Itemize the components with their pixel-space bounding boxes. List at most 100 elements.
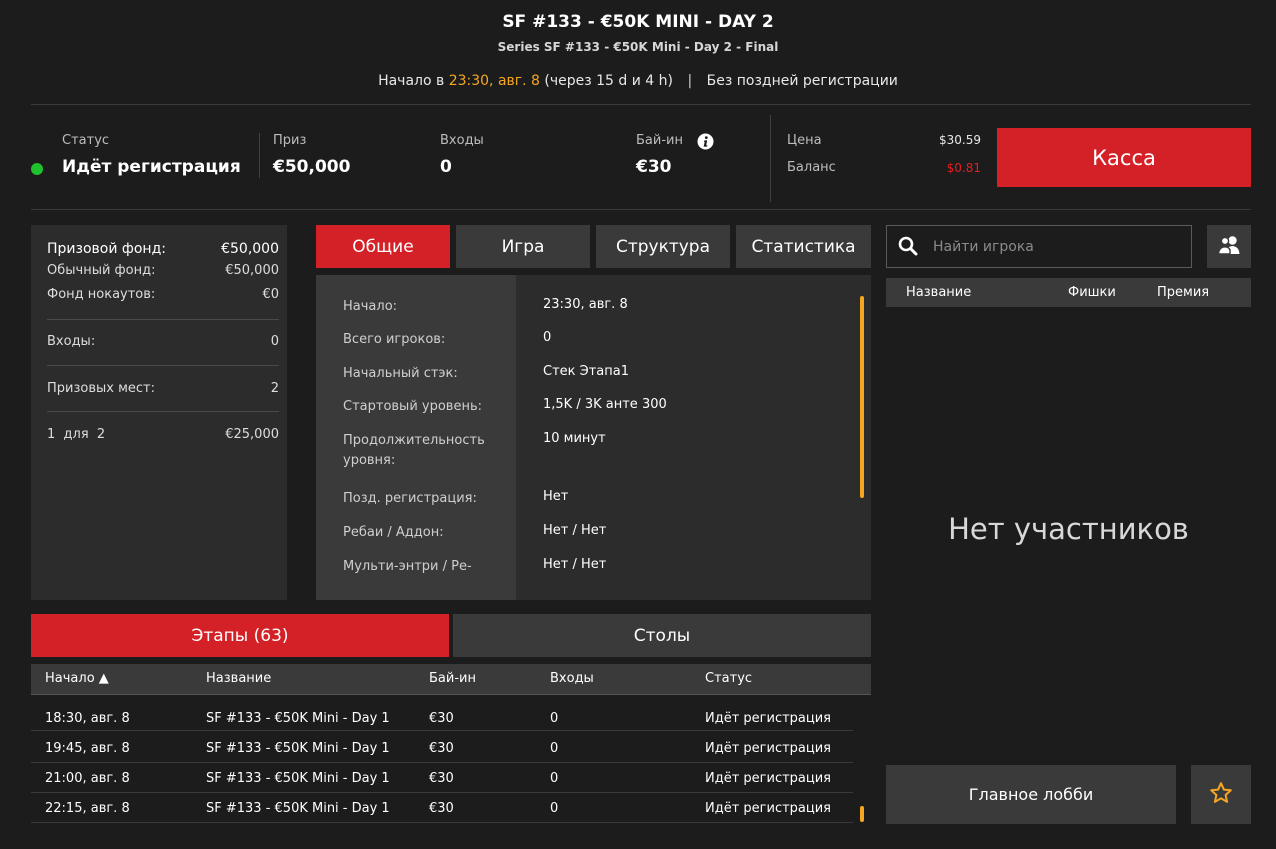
buyin-label: Бай-ин xyxy=(636,133,683,148)
row-entries: 0 xyxy=(550,741,559,756)
row-status: Идёт регистрация xyxy=(705,771,832,786)
prize-divider xyxy=(47,319,279,320)
stat-divider xyxy=(770,115,771,202)
info-value: 23:30, авг. 8 xyxy=(543,297,628,312)
row-name: SF #133 - €50K Mini - Day 1 xyxy=(206,771,390,786)
main-lobby-button[interactable]: Главное лобби xyxy=(886,765,1176,824)
prize-pool-value: €50,000 xyxy=(221,241,279,257)
stats-divider xyxy=(31,209,1251,210)
player-search-input[interactable] xyxy=(933,236,1183,258)
tab-general[interactable]: Общие xyxy=(316,225,450,268)
status-value: Идёт регистрация xyxy=(62,157,241,177)
row-entries: 0 xyxy=(550,801,559,816)
price-label: Цена xyxy=(787,133,822,148)
payout-place: 1 для 2 xyxy=(47,427,106,442)
search-icon xyxy=(898,236,918,260)
entries-row: Входы: 0 xyxy=(47,334,279,349)
no-players-message: Нет участников xyxy=(948,512,1189,546)
col-player-prize[interactable]: Премия xyxy=(1157,285,1209,300)
players-button[interactable] xyxy=(1207,225,1251,268)
info-key: Мульти-энтри / Ре- xyxy=(343,559,472,574)
info-value: 10 минут xyxy=(543,431,606,446)
col-player-name[interactable]: Название xyxy=(906,285,971,300)
tournament-subtitle: Series SF #133 - €50K Mini - Day 2 - Fin… xyxy=(497,40,779,54)
info-key: Стартовый уровень: xyxy=(343,399,483,414)
row-status: Идёт регистрация xyxy=(705,801,832,816)
col-entries[interactable]: Входы xyxy=(550,671,594,686)
favorite-button[interactable] xyxy=(1191,765,1251,824)
row-name: SF #133 - €50K Mini - Day 1 xyxy=(206,711,390,726)
tournament-title: SF #133 - €50K MINI - DAY 2 xyxy=(502,12,774,32)
tab-game[interactable]: Игра xyxy=(456,225,590,268)
row-status: Идёт регистрация xyxy=(705,741,832,756)
status-dot-icon xyxy=(31,163,43,175)
col-buyin[interactable]: Бай-ин xyxy=(429,671,476,686)
info-key: Продолжительность уровня: xyxy=(343,433,485,468)
prize-label: Приз xyxy=(273,133,307,148)
entries-label: Входы xyxy=(440,133,484,148)
balance-label: Баланс xyxy=(787,160,836,175)
paid-places-label: Призовых мест: xyxy=(47,381,155,396)
cashier-button[interactable]: Касса xyxy=(997,128,1251,187)
row-entries: 0 xyxy=(550,711,559,726)
tab-tables[interactable]: Столы xyxy=(453,614,871,657)
info-icon[interactable] xyxy=(697,133,714,150)
status-label: Статус xyxy=(62,133,110,148)
col-name[interactable]: Название xyxy=(206,671,271,686)
row-start: 18:30, авг. 8 xyxy=(45,711,130,726)
regular-pool-value: €50,000 xyxy=(225,263,279,278)
paid-places-value: 2 xyxy=(270,381,279,396)
info-key: Начало: xyxy=(343,299,398,314)
late-registration: Без поздней регистрации xyxy=(706,73,898,89)
prize-pool-label: Призовой фонд: xyxy=(47,241,166,257)
price-value: $30.59 xyxy=(939,133,981,147)
prize-panel: Призовой фонд: €50,000 Обычный фонд: €50… xyxy=(31,225,287,600)
knockout-pool-value: €0 xyxy=(262,287,279,302)
info-value: Нет / Нет xyxy=(543,557,607,572)
row-name: SF #133 - €50K Mini - Day 1 xyxy=(206,801,390,816)
payout-amount: €25,000 xyxy=(225,427,279,442)
stat-divider xyxy=(259,133,260,178)
paid-places-row: Призовых мест: 2 xyxy=(47,381,279,396)
payout-row: 1 для 2 €25,000 xyxy=(47,427,279,442)
header-divider xyxy=(31,104,1251,105)
col-player-chips[interactable]: Фишки xyxy=(1068,285,1116,300)
info-value: Нет xyxy=(543,489,569,504)
start-time: 23:30, авг. 8 xyxy=(448,73,540,89)
info-key: Ребаи / Аддон: xyxy=(343,525,444,540)
info-key: Всего игроков: xyxy=(343,332,446,347)
row-start: 19:45, авг. 8 xyxy=(45,741,130,756)
col-start-sort[interactable]: Начало ▲ xyxy=(45,671,109,686)
entries-row-label: Входы: xyxy=(47,334,96,349)
entries-row-value: 0 xyxy=(270,334,279,349)
knockout-pool-row: Фонд нокаутов: €0 xyxy=(47,287,279,302)
row-buyin: €30 xyxy=(429,801,454,816)
buyin-value: €30 xyxy=(636,157,672,177)
player-search-box xyxy=(886,225,1192,268)
tab-structure[interactable]: Структура xyxy=(596,225,730,268)
info-value: Стек Этапа1 xyxy=(543,364,629,379)
start-info: Начало в 23:30, авг. 8 (через 15 d и 4 h… xyxy=(0,73,1276,89)
info-key: Позд. регистрация: xyxy=(343,491,477,506)
row-buyin: €30 xyxy=(429,771,454,786)
entries-value: 0 xyxy=(440,157,452,177)
stages-scrollbar[interactable] xyxy=(860,806,864,822)
prize-divider xyxy=(47,411,279,412)
col-status[interactable]: Статус xyxy=(705,671,752,686)
tab-statistics[interactable]: Статистика xyxy=(736,225,871,268)
tab-stages[interactable]: Этапы (63) xyxy=(31,614,449,657)
star-icon xyxy=(1209,781,1233,809)
prize-divider xyxy=(47,365,279,366)
start-separator: | xyxy=(687,73,693,89)
row-name: SF #133 - €50K Mini - Day 1 xyxy=(206,741,390,756)
row-start: 22:15, авг. 8 xyxy=(45,801,130,816)
regular-pool-label: Обычный фонд: xyxy=(47,263,156,278)
row-start: 21:00, авг. 8 xyxy=(45,771,130,786)
info-scrollbar[interactable] xyxy=(860,296,864,498)
info-value: Нет / Нет xyxy=(543,523,607,538)
row-status: Идёт регистрация xyxy=(705,711,832,726)
info-value: 1,5K / 3K анте 300 xyxy=(543,397,667,412)
row-entries: 0 xyxy=(550,771,559,786)
regular-pool-row: Обычный фонд: €50,000 xyxy=(47,263,279,278)
row-buyin: €30 xyxy=(429,711,454,726)
